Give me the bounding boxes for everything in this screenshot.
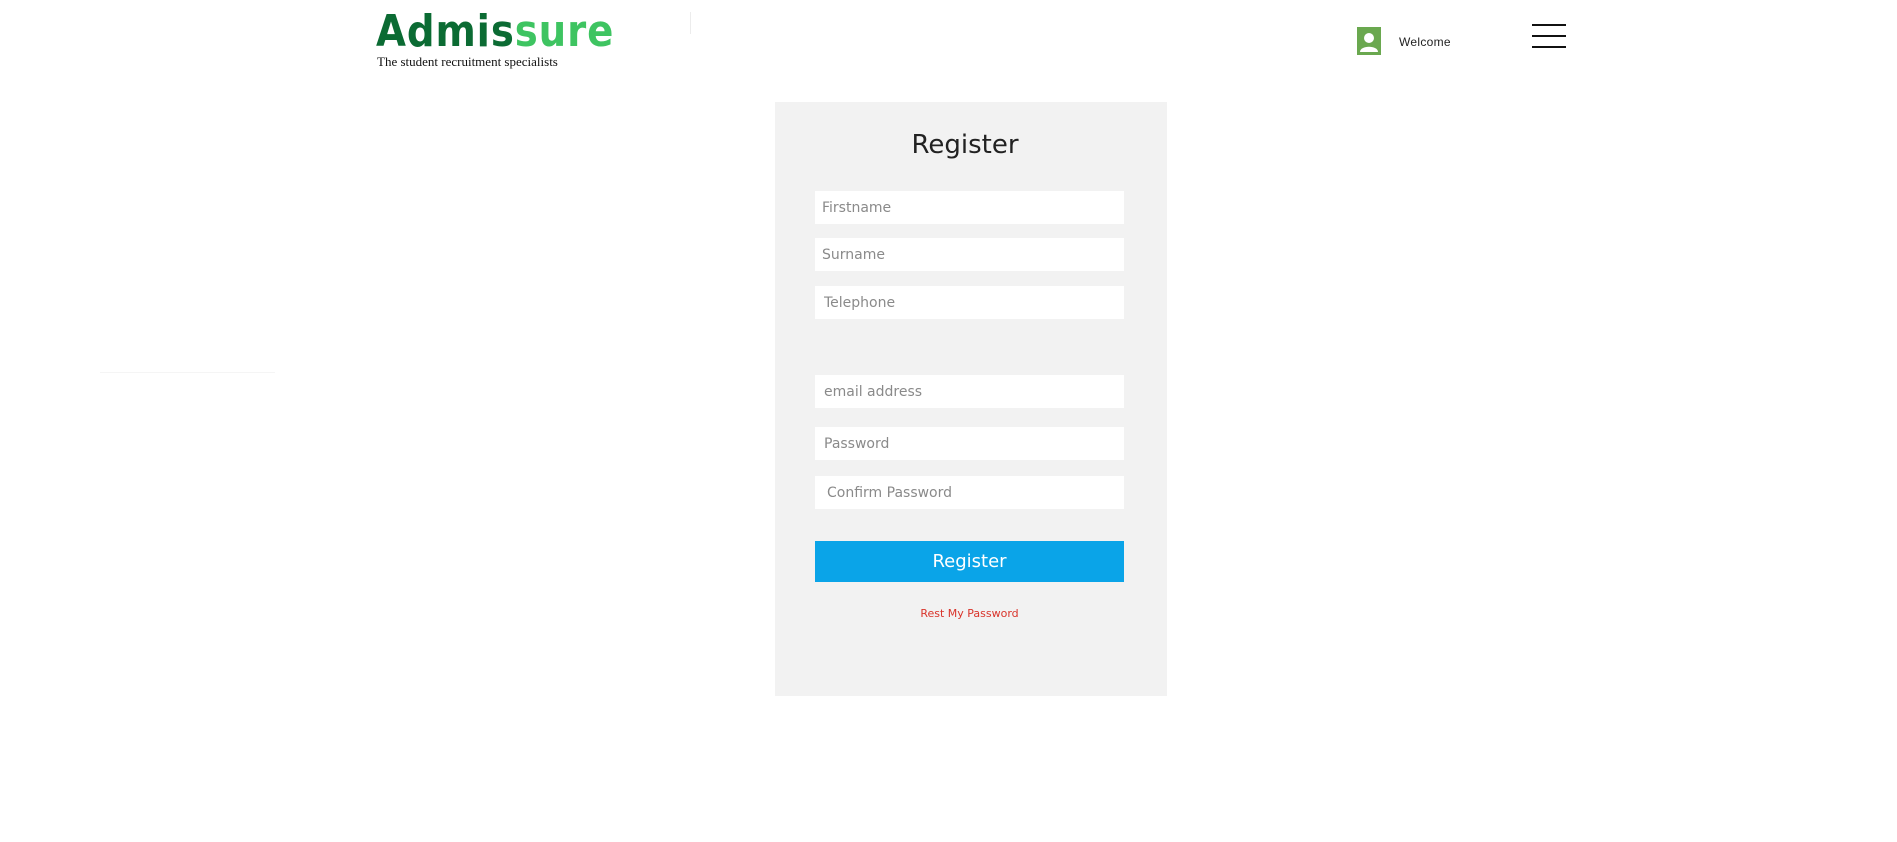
logo-tagline: The student recruitment specialists <box>377 54 558 69</box>
hamburger-menu-icon[interactable] <box>1532 24 1566 50</box>
hamburger-line <box>1532 35 1566 37</box>
hamburger-line <box>1532 24 1566 26</box>
welcome-text: Welcome <box>1399 35 1451 49</box>
reset-password-link[interactable]: Rest My Password <box>815 607 1124 620</box>
surname-input[interactable] <box>815 238 1124 271</box>
telephone-input[interactable] <box>815 286 1124 319</box>
logo[interactable]: Admissure The student recruitment specia… <box>376 6 613 72</box>
page: Admissure The student recruitment specia… <box>0 0 1897 842</box>
logo-wordmark: Admissure <box>376 6 615 57</box>
user-avatar-icon[interactable] <box>1357 27 1381 55</box>
password-input[interactable] <box>815 427 1124 460</box>
decorative-line <box>100 372 275 373</box>
firstname-input[interactable] <box>815 191 1124 224</box>
confirm-password-input[interactable] <box>815 476 1124 509</box>
hamburger-line <box>1532 46 1566 48</box>
register-title: Register <box>911 130 1019 160</box>
email-input[interactable] <box>815 375 1124 408</box>
register-button[interactable]: Register <box>815 541 1124 582</box>
header-divider <box>690 12 691 34</box>
